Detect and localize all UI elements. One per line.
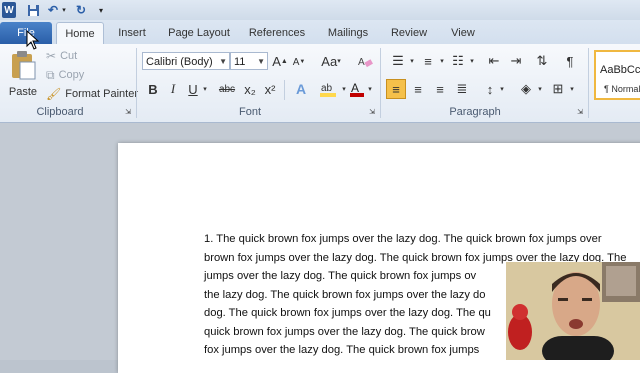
text-effects-icon[interactable]: A <box>290 80 312 98</box>
cut-button[interactable]: ✂ Cut <box>46 48 77 64</box>
font-family-select[interactable]: Calibri (Body) ▼ <box>142 52 230 70</box>
font-launcher-icon[interactable]: ⇲ <box>368 108 376 116</box>
ribbon-tabs: File Home Insert Page Layout References … <box>0 20 640 45</box>
font-family-value: Calibri (Body) <box>146 56 213 68</box>
clipboard-group-label: Clipboard <box>36 106 84 118</box>
italic-button[interactable]: I <box>166 80 180 98</box>
multilevel-dropdown-icon[interactable]: ▾ <box>468 54 476 68</box>
grow-font-icon: A <box>272 53 281 69</box>
shading-icon[interactable]: ◈ <box>516 79 536 99</box>
format-painter-label: Format Painter <box>65 88 138 100</box>
cut-label: Cut <box>60 50 78 62</box>
tab-page-layout[interactable]: Page Layout <box>164 22 234 44</box>
line-spacing-dropdown-icon[interactable]: ▾ <box>498 82 506 96</box>
highlight-dropdown-icon[interactable]: ▾ <box>340 82 348 96</box>
chevron-down-icon: ▼ <box>219 57 227 66</box>
svg-text:A: A <box>351 81 359 95</box>
ribbon-home: Paste ✂ Cut ⧉ Copy 🖌 Format Painter Clip… <box>0 44 640 123</box>
font-size-select[interactable]: 11 ▼ <box>230 52 268 70</box>
multilevel-list-icon[interactable]: ☷ <box>448 52 468 70</box>
change-case-button[interactable]: Aa ▾ <box>320 52 342 70</box>
group-divider <box>380 48 381 118</box>
justify-button[interactable]: ≣ <box>452 79 472 99</box>
grow-font-button[interactable]: A ▲ <box>272 52 288 70</box>
superscript-button[interactable]: x² <box>262 80 278 98</box>
svg-text:A: A <box>358 57 365 68</box>
chevron-down-icon: ▼ <box>257 57 265 66</box>
undo-dropdown-icon[interactable]: ▾ <box>60 2 68 18</box>
save-icon[interactable] <box>26 2 40 18</box>
font-color-dropdown-icon[interactable]: ▾ <box>366 82 374 96</box>
underline-dropdown-icon[interactable]: ▾ <box>201 82 209 96</box>
svg-text:ab: ab <box>321 83 333 94</box>
underline-button[interactable]: U <box>186 80 200 98</box>
font-group-label: Font <box>238 106 261 118</box>
text-line: 1. The quick brown fox jumps over the la… <box>204 233 602 245</box>
scissors-icon: ✂ <box>46 49 57 63</box>
font-color-icon[interactable]: A <box>348 80 366 98</box>
group-divider <box>588 48 589 118</box>
highlight-color-icon[interactable]: ab <box>318 80 338 98</box>
tab-mailings[interactable]: Mailings <box>322 22 374 44</box>
change-case-label: Aa <box>321 53 338 69</box>
paste-label: Paste <box>8 86 38 98</box>
webcam-overlay <box>506 262 640 360</box>
align-left-button[interactable]: ≡ <box>386 79 406 99</box>
undo-icon[interactable]: ↶ <box>46 2 60 18</box>
increase-indent-icon[interactable]: ⇥ <box>506 52 526 70</box>
quick-access-toolbar: W ↶ ▾ ↻ ▾ <box>0 0 640 20</box>
decrease-indent-icon[interactable]: ⇤ <box>484 52 504 70</box>
customize-qat-icon[interactable]: ▾ <box>96 2 106 18</box>
paste-icon <box>12 51 36 80</box>
borders-dropdown-icon[interactable]: ▾ <box>568 82 576 96</box>
paste-button[interactable]: Paste <box>6 48 40 100</box>
font-size-value: 11 <box>234 56 246 68</box>
paragraph-group-label: Paragraph <box>449 106 501 118</box>
borders-icon[interactable]: ⊞ <box>548 79 568 99</box>
word-app-icon[interactable]: W <box>2 2 16 18</box>
copy-button[interactable]: ⧉ Copy <box>46 67 84 83</box>
group-divider <box>284 80 285 100</box>
strikethrough-button[interactable]: abc <box>216 80 238 98</box>
style-sample-text: AaBbCcDc <box>600 64 640 76</box>
shrink-font-icon: A <box>292 56 300 68</box>
clipboard-launcher-icon[interactable]: ⇲ <box>124 108 132 116</box>
clear-formatting-icon[interactable]: A <box>356 52 374 70</box>
tab-home[interactable]: Home <box>56 22 104 45</box>
sort-icon[interactable]: ⇅ <box>532 52 552 70</box>
style-name-label: ¶ Normal <box>604 84 640 94</box>
format-painter-button[interactable]: 🖌 Format Painter <box>46 86 138 102</box>
align-right-button[interactable]: ≡ <box>430 79 450 99</box>
shading-dropdown-icon[interactable]: ▾ <box>536 82 544 96</box>
format-painter-icon: 🖌 <box>46 87 62 101</box>
tab-references[interactable]: References <box>244 22 310 44</box>
bullets-icon[interactable]: ☰ <box>388 52 408 70</box>
copy-label: Copy <box>58 69 85 81</box>
redo-icon[interactable]: ↻ <box>74 2 88 18</box>
align-center-button[interactable]: ≡ <box>408 79 428 99</box>
bold-button[interactable]: B <box>146 80 160 98</box>
show-formatting-icon[interactable]: ¶ <box>562 52 578 70</box>
copy-icon: ⧉ <box>46 67 55 82</box>
tab-view[interactable]: View <box>444 22 482 44</box>
paragraph-launcher-icon[interactable]: ⇲ <box>576 108 584 116</box>
subscript-button[interactable]: x₂ <box>242 80 258 98</box>
line-spacing-icon[interactable]: ↕ <box>480 79 500 99</box>
bullets-dropdown-icon[interactable]: ▾ <box>408 54 416 68</box>
style-normal-tile[interactable]: AaBbCcDc ¶ Normal <box>594 50 640 100</box>
numbering-dropdown-icon[interactable]: ▾ <box>438 54 446 68</box>
presenter-video <box>506 262 640 360</box>
tab-review[interactable]: Review <box>386 22 432 44</box>
shrink-font-button[interactable]: A ▼ <box>292 54 306 70</box>
numbering-icon[interactable]: ≡ <box>418 52 438 70</box>
group-divider <box>136 48 137 118</box>
tab-insert[interactable]: Insert <box>110 22 154 44</box>
